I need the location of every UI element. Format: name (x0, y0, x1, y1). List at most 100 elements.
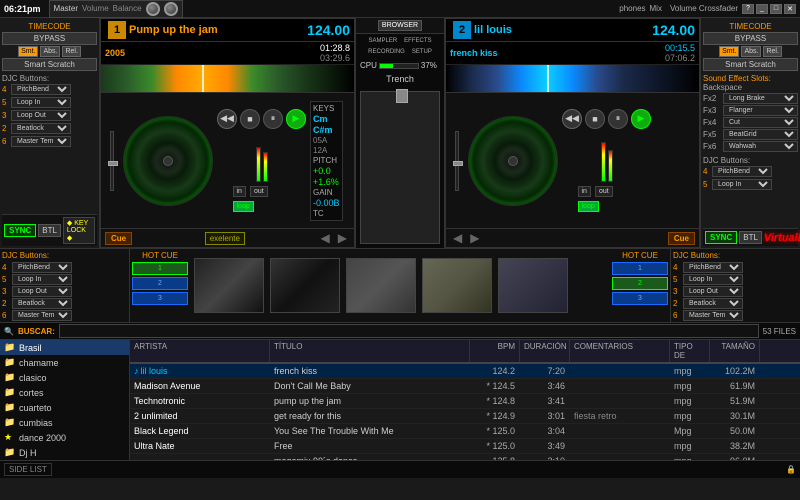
thumb-3[interactable] (346, 258, 416, 313)
maximize-button[interactable]: □ (770, 4, 782, 14)
help-button[interactable]: ? (742, 4, 754, 14)
th-title[interactable]: TÍTULO (270, 340, 470, 362)
deck1-stop-button[interactable]: ■ (240, 109, 260, 129)
btl-right-button[interactable]: BTL (739, 231, 762, 244)
minimize-button[interactable]: _ (756, 4, 768, 14)
status-side-list[interactable]: SIDE LIST (4, 463, 52, 476)
djc-left-select-3[interactable]: Loop Out (11, 110, 71, 121)
deck2-waveform[interactable] (446, 65, 699, 93)
smart-scratch-left-button[interactable]: Smart Scratch (2, 58, 97, 71)
hot-cue-btn-r2[interactable]: 2 (612, 277, 668, 290)
deck1-pitch-slider[interactable] (105, 131, 119, 191)
key-lock-left-button[interactable]: ◆ KEY LOCK ◆ (63, 217, 95, 244)
djc-br-select-1[interactable]: PitchBend (683, 262, 743, 273)
th-size[interactable]: TAMAÑO (710, 340, 760, 362)
djc-left-select-1[interactable]: PitchBend (11, 84, 71, 95)
hot-cue-btn-3[interactable]: 3 (132, 292, 188, 305)
djc-bl-select-2[interactable]: Loop In (12, 274, 72, 285)
deck2-cue-button[interactable]: Cue (668, 232, 695, 245)
djc-left-select-5[interactable]: Master Tempo (11, 136, 71, 147)
tab-sampler[interactable]: SAMPLER (365, 36, 400, 46)
crossfader-handle[interactable] (396, 89, 408, 103)
deck2-play-button[interactable]: ▶ (631, 109, 651, 129)
smt-left-button[interactable]: Smt. (18, 46, 38, 57)
djc-bl-select-1[interactable]: PitchBend (12, 262, 72, 273)
djc-br-select-4[interactable]: Beatlock (683, 298, 743, 309)
deck1-loop-button[interactable]: loop (233, 201, 254, 212)
fx-select-4[interactable]: BeatGrid (723, 129, 798, 140)
deck1-next-nav[interactable]: ▶ (335, 231, 350, 245)
smt-right-button[interactable]: Smt. (719, 46, 739, 57)
table-row[interactable]: Black Legend You See The Trouble With Me… (130, 424, 800, 439)
deck2-out-button[interactable]: out (595, 186, 613, 197)
fx-select-1[interactable]: Long Brake (723, 93, 798, 104)
deck2-pitch-handle[interactable] (453, 161, 463, 166)
volume-knob[interactable] (146, 2, 160, 16)
balance-knob[interactable] (164, 2, 178, 16)
tree-item-brasil[interactable]: 📁 Brasil (0, 340, 129, 355)
djc-bl-select-3[interactable]: Loop Out (12, 286, 72, 297)
deck2-in-button[interactable]: in (578, 186, 591, 197)
deck1-prev-button[interactable]: ◀◀ (217, 109, 237, 129)
fx-select-2[interactable]: Flanger (723, 105, 798, 116)
crossfader-track[interactable] (360, 91, 440, 244)
deck1-vinyl[interactable] (123, 116, 213, 206)
bypass-left-button[interactable]: BYPASS (2, 32, 97, 45)
djc-right-select-2[interactable]: Loop In (712, 179, 772, 190)
tree-item-clasico[interactable]: 📁 clasico (0, 370, 129, 385)
djc-br-select-5[interactable]: Master Tempo (683, 310, 743, 321)
djc-bl-select-5[interactable]: Master Tempo (12, 310, 72, 321)
thumb-5[interactable] (498, 258, 568, 313)
tab-recording[interactable]: RECORDING (365, 47, 408, 57)
table-row[interactable]: Ultra Nate Free * 125.0 3:49 mpg 38.2M (130, 439, 800, 454)
th-comment[interactable]: COMENTARIOS (570, 340, 670, 362)
deck2-prev-button[interactable]: ◀◀ (562, 109, 582, 129)
tree-item-chamame[interactable]: 📁 chamame (0, 355, 129, 370)
sync-left-button[interactable]: SYNC (4, 224, 36, 237)
deck1-prev-nav[interactable]: ◀ (318, 231, 333, 245)
fx-select-5[interactable]: Wahwah (723, 141, 798, 152)
abs-left-button[interactable]: Abs. (40, 46, 60, 57)
th-artist[interactable]: ARTISTA (130, 340, 270, 362)
track-table[interactable]: ARTISTA TÍTULO BPM DURACIÓN COMENTARIOS … (130, 340, 800, 460)
djc-right-select-1[interactable]: PitchBend (712, 166, 772, 177)
hot-cue-btn-1[interactable]: 1 (132, 262, 188, 275)
table-row[interactable]: 2 unlimited get ready for this * 124.9 3… (130, 409, 800, 424)
th-bpm[interactable]: BPM (470, 340, 520, 362)
hot-cue-btn-r3[interactable]: 3 (612, 292, 668, 305)
rel-right-button[interactable]: Rel. (763, 46, 781, 57)
deck1-pause-button[interactable]: ⏸ (263, 109, 283, 129)
thumb-1[interactable] (194, 258, 264, 313)
tree-item-cortes[interactable]: 📁 cortes (0, 385, 129, 400)
abs-right-button[interactable]: Abs. (741, 46, 761, 57)
tree-item-cuarteto[interactable]: 📁 cuarteto (0, 400, 129, 415)
bypass-right-button[interactable]: BYPASS (703, 32, 798, 45)
th-type[interactable]: TIPO DE (670, 340, 710, 362)
hot-cue-btn-r1[interactable]: 1 (612, 262, 668, 275)
tab-effects[interactable]: EFFECTS (401, 36, 434, 46)
tab-setup[interactable]: SETUP (409, 47, 435, 57)
table-row[interactable]: Technotronic pump up the jam * 124.8 3:4… (130, 394, 800, 409)
thumb-4[interactable] (422, 258, 492, 313)
deck2-prev-nav[interactable]: ◀ (450, 231, 465, 245)
djc-br-select-3[interactable]: Loop Out (683, 286, 743, 297)
deck1-play-button[interactable]: ▶ (286, 109, 306, 129)
deck2-pause-button[interactable]: ⏸ (608, 109, 628, 129)
deck1-pitch-handle[interactable] (108, 161, 118, 166)
djc-left-select-2[interactable]: Loop In (11, 97, 71, 108)
sidebar-tree[interactable]: 📁 Brasil 📁 chamame 📁 clasico 📁 cortes 📁 … (0, 340, 130, 460)
deck1-out-button[interactable]: out (250, 186, 268, 197)
djc-left-select-4[interactable]: Beatlock (11, 123, 71, 134)
rel-left-button[interactable]: Rel. (62, 46, 80, 57)
tree-item-cumbias[interactable]: 📁 cumbias (0, 415, 129, 430)
tab-browser[interactable]: BROWSER (378, 20, 422, 31)
table-row[interactable]: ♪lil louis french kiss 124.2 7:20 mpg 10… (130, 364, 800, 379)
deck2-pitch-slider[interactable] (450, 131, 464, 191)
btl-left-button[interactable]: BTL (38, 224, 61, 237)
deck1-waveform[interactable] (101, 65, 354, 93)
sync-right-button[interactable]: SYNC (705, 231, 737, 244)
hot-cue-btn-2[interactable]: 2 (132, 277, 188, 290)
djc-bl-select-4[interactable]: Beatlock (12, 298, 72, 309)
deck1-cue-button[interactable]: Cue (105, 232, 132, 245)
search-input[interactable] (59, 324, 759, 338)
